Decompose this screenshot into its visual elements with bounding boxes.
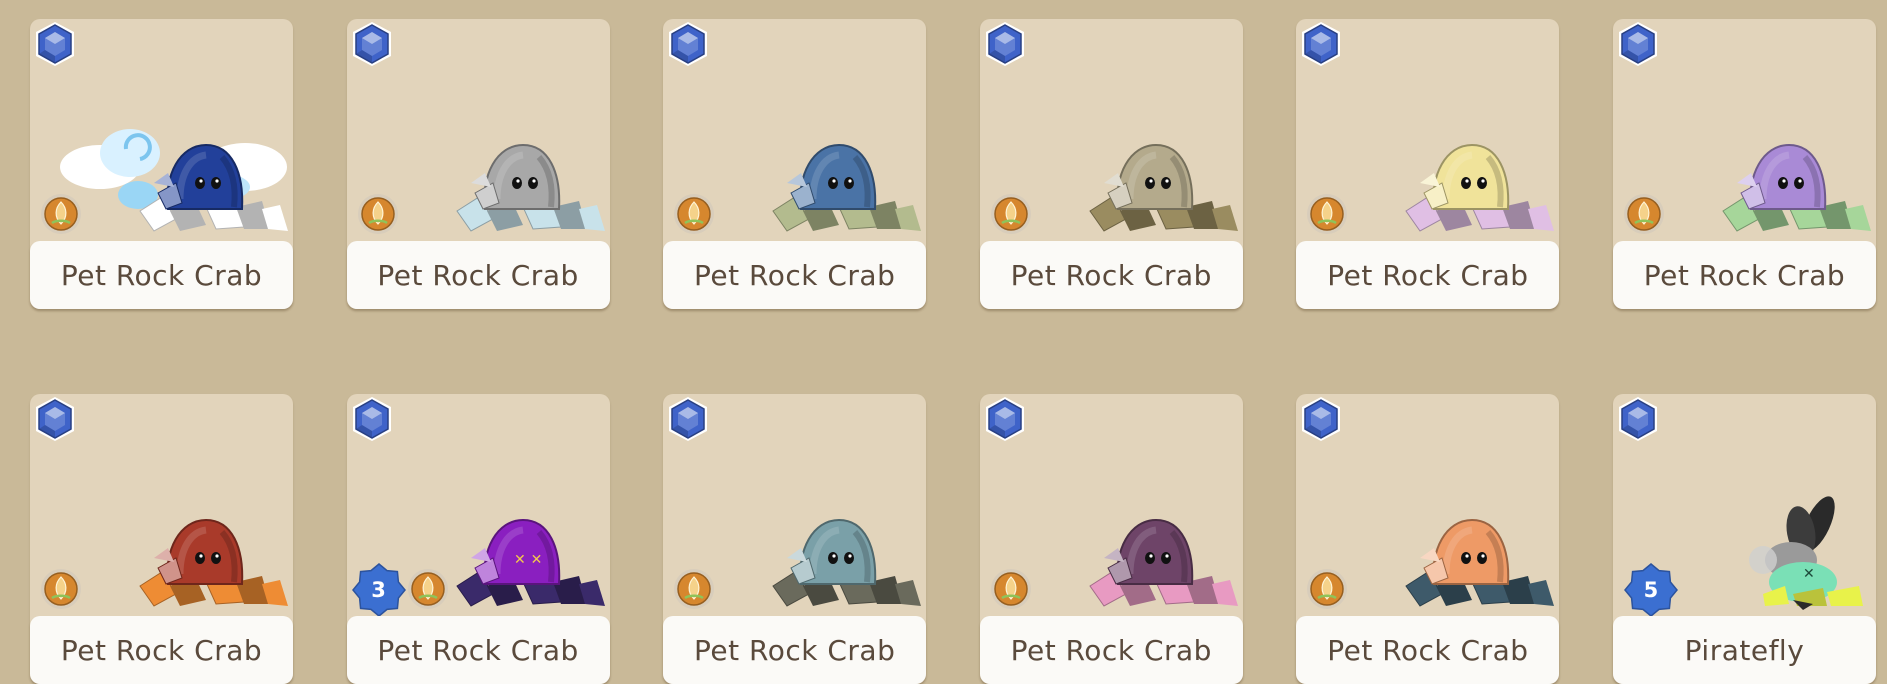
pet-card[interactable]: Pet Rock Crab: [663, 394, 927, 684]
acorn-coin-icon: [1306, 193, 1348, 235]
pet-name-label: Piratefly: [1612, 616, 1876, 684]
svg-text:✕ ✕: ✕ ✕: [514, 552, 542, 568]
pet-name-label: Pet Rock Crab: [663, 241, 927, 309]
pet-card[interactable]: Pet Rock Crab: [1296, 394, 1560, 684]
sapphire-gem-icon: [664, 20, 712, 68]
acorn-coin-icon: [990, 193, 1032, 235]
pet-card[interactable]: Pet Rock Crab: [663, 19, 927, 309]
sapphire-gem-icon: [1614, 395, 1662, 443]
sapphire-gem-icon: [348, 395, 396, 443]
sapphire-gem-icon: [664, 395, 712, 443]
pet-inventory-grid: Pet Rock Crab Pet Rock Crab Pet Rock Cra…: [30, 19, 1876, 684]
acorn-coin-icon: [673, 193, 715, 235]
acorn-coin-icon: [40, 568, 82, 610]
pet-name-label: Pet Rock Crab: [30, 616, 293, 684]
pet-name-label: Pet Rock Crab: [1296, 616, 1560, 684]
acorn-coin-icon: [407, 568, 449, 610]
level-badge: 5: [1623, 562, 1679, 618]
pet-name-label: Pet Rock Crab: [346, 241, 610, 309]
pet-name-label: Pet Rock Crab: [30, 241, 293, 309]
level-badge: 3: [351, 562, 407, 618]
pet-card[interactable]: Pet Rock Crab: [979, 19, 1243, 309]
pet-card[interactable]: Pet Rock Crab: [979, 394, 1243, 684]
sapphire-gem-icon: [31, 20, 79, 68]
sapphire-gem-icon: [348, 20, 396, 68]
pet-name-label: Pet Rock Crab: [979, 616, 1243, 684]
pet-name-label: Pet Rock Crab: [979, 241, 1243, 309]
pet-card[interactable]: Pet Rock Crab: [30, 394, 293, 684]
svg-text:✕: ✕: [1803, 566, 1815, 582]
pet-name-label: Pet Rock Crab: [346, 616, 610, 684]
level-number: 3: [371, 578, 386, 602]
acorn-coin-icon: [357, 193, 399, 235]
sapphire-gem-icon: [981, 395, 1029, 443]
sapphire-gem-icon: [1614, 20, 1662, 68]
pet-card[interactable]: ✕ 5 Piratefly: [1612, 394, 1876, 684]
sapphire-gem-icon: [31, 395, 79, 443]
pet-name-label: Pet Rock Crab: [663, 616, 927, 684]
level-number: 5: [1643, 578, 1659, 602]
acorn-coin-icon: [673, 568, 715, 610]
acorn-coin-icon: [40, 193, 82, 235]
pet-name-label: Pet Rock Crab: [1612, 241, 1876, 309]
pet-card[interactable]: ✕ ✕ 3 Pet Rock Crab: [346, 394, 610, 684]
acorn-coin-icon: [1623, 193, 1665, 235]
pet-card[interactable]: Pet Rock Crab: [1612, 19, 1876, 309]
pet-name-label: Pet Rock Crab: [1296, 241, 1560, 309]
acorn-coin-icon: [990, 568, 1032, 610]
pet-card[interactable]: Pet Rock Crab: [30, 19, 293, 309]
pet-card[interactable]: Pet Rock Crab: [1296, 19, 1560, 309]
sapphire-gem-icon: [1297, 20, 1345, 68]
acorn-coin-icon: [1306, 568, 1348, 610]
sapphire-gem-icon: [1297, 395, 1345, 443]
sapphire-gem-icon: [981, 20, 1029, 68]
pet-card[interactable]: Pet Rock Crab: [346, 19, 610, 309]
